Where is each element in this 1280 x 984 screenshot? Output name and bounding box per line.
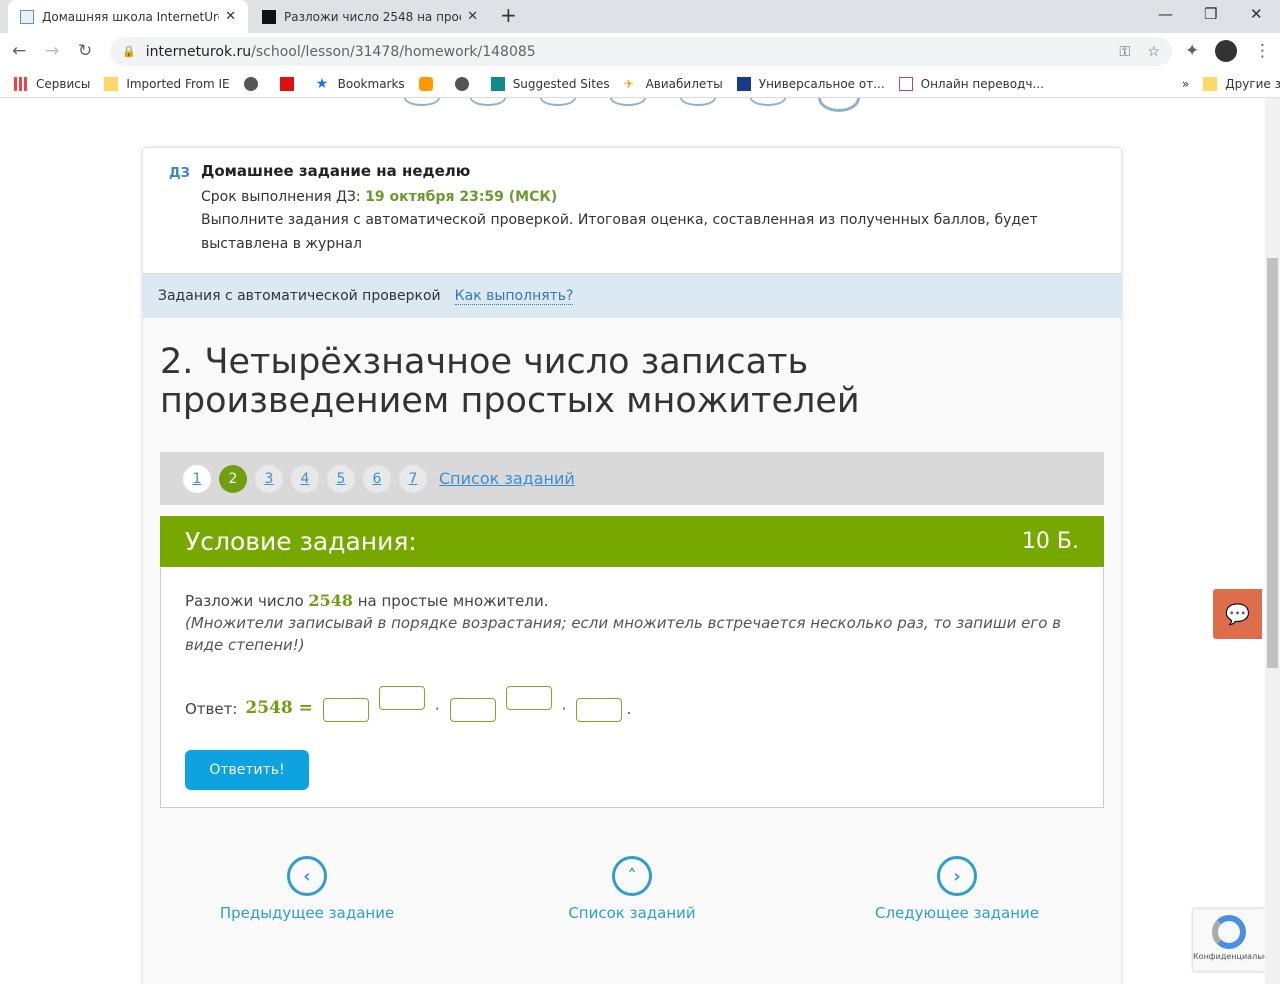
homework-due: Срок выполнения ДЗ: 19 октября 23:59 (МС… [201,189,558,205]
homework-badge: ДЗ [169,166,190,181]
scrollbar-thumb[interactable] [1267,258,1278,668]
bookmark-globe[interactable] [243,76,266,91]
page-4[interactable]: 4 [291,464,319,493]
close-tab-icon[interactable]: ✕ [225,9,236,24]
close-window-button[interactable]: ✕ [1250,5,1263,23]
chevron-right-icon: › [937,856,977,896]
points: 10 Б. [1021,529,1079,554]
scrollbar[interactable] [1265,98,1280,984]
minimize-button[interactable]: — [1158,5,1173,23]
condition-header: Условие задания: 10 Б. [160,516,1104,567]
folder-icon [1203,76,1218,91]
task-pager: 1 2 3 4 5 6 7 Список заданий [160,452,1104,505]
new-tab-button[interactable]: + [500,3,517,27]
exponent-1-input[interactable] [378,686,425,710]
prev-task-link[interactable]: ‹ Предыдущее задание [187,856,427,922]
task-hint: (Множители записывай в порядке возрастан… [185,614,1061,654]
lock-icon: 🔒 [122,45,136,58]
factor-3-input[interactable] [576,698,623,722]
extensions-icon[interactable]: ✦ [1185,41,1199,61]
avatar[interactable] [1215,40,1237,62]
lesson-step-icon[interactable] [540,98,576,106]
factor-2-input[interactable] [449,698,496,722]
homework-title: Домашнее задание на неделю [201,162,471,180]
page-content: ДЗ Домашнее задание на неделю Срок выпол… [0,98,1265,984]
page-2[interactable]: 2 [219,464,247,493]
bookmark-translator[interactable]: Онлайн переводч... [898,76,1044,91]
translator-icon [898,76,913,91]
recaptcha-icon [1212,915,1246,949]
auto-check-band: Задания с автоматической проверкой Как вы… [143,274,1121,318]
bookmark-site[interactable] [418,76,441,91]
bookmark-suggested[interactable]: Suggested Sites [490,76,610,91]
bookmark-globe2[interactable] [454,76,477,91]
plane-icon: ✈ [623,76,634,91]
recaptcha-badge[interactable]: Конфиденциальность [1193,909,1280,971]
znanija-favicon-icon [262,9,276,24]
task-list-nav-link[interactable]: ˄ Список заданий [512,856,752,922]
how-to-link[interactable]: Как выполнять? [454,288,574,305]
answer-row: Ответ: 2548 = · · . [185,682,1079,722]
star-icon: ★ [315,75,329,92]
lesson-step-icon[interactable] [404,98,440,106]
browser-toolbar: ← → ↻ 🔒 interneturok.ru/school/lesson/314… [0,33,1280,70]
chevron-left-icon: ‹ [287,856,327,896]
play-favicon-icon [20,9,34,24]
address-bar[interactable]: 🔒 interneturok.ru/school/lesson/31478/hom… [110,37,1172,66]
homework-description: Выполните задания с автоматической прове… [201,212,1038,252]
globe-icon [454,76,469,91]
page-1[interactable]: 1 [183,464,211,493]
reload-icon[interactable]: ↻ [78,41,92,61]
lego-icon [279,76,294,91]
lesson-step-icon[interactable] [750,98,786,106]
menu-icon[interactable]: ⋮ [1254,41,1271,61]
site-icon [418,76,433,91]
next-task-link[interactable]: › Следующее задание [837,856,1077,922]
tab-internet-urok[interactable]: Домашняя школа InternetUrok.ru✕ [8,0,248,33]
forward-icon[interactable]: → [45,41,59,61]
star-icon[interactable]: ☆ [1147,44,1160,60]
bookmark-avia[interactable]: ✈ Авиабилеты [624,77,723,91]
globe-icon [243,76,258,91]
page-6[interactable]: 6 [363,464,391,493]
chat-bubbles-icon: 💬 [1225,602,1250,626]
lesson-step-current-icon[interactable] [818,98,860,112]
tab-znanija[interactable]: Разложи число 2548 на простые множители✕ [250,0,490,33]
bookmark-apps[interactable]: Сервисы [14,76,90,91]
chevron-up-icon: ˄ [612,856,652,896]
bookmarks-overflow[interactable]: » [1182,77,1189,91]
task-body: Разложи число 2548 на простые множители.… [160,567,1104,808]
bookmark-lego[interactable] [279,76,302,91]
back-icon[interactable]: ← [12,41,26,61]
page-7[interactable]: 7 [399,464,427,493]
tab-strip: Домашняя школа InternetUrok.ru✕ Разложи … [0,0,1280,33]
seventeen-icon [736,76,751,91]
page-5[interactable]: 5 [327,464,355,493]
bookmark-folder[interactable]: Imported From IE [104,76,230,91]
bookmark-universal[interactable]: Универсальное от... [736,76,885,91]
exponent-2-input[interactable] [505,686,552,710]
bing-icon [490,76,505,91]
homework-info: ДЗ Домашнее задание на неделю Срок выпол… [143,148,1121,274]
chat-button[interactable]: 💬 [1213,589,1262,639]
close-tab-icon[interactable]: ✕ [467,9,478,24]
page-3[interactable]: 3 [255,464,283,493]
bookmark-bookmarks[interactable]: ★ Bookmarks [316,77,405,91]
task-statement: Разложи число 2548 на простые множители. [185,591,549,610]
restore-button[interactable]: ❐ [1204,5,1217,23]
folder-icon [104,76,119,91]
factor-1-input[interactable] [322,698,369,722]
submit-answer-button[interactable]: Ответить! [185,750,309,790]
task-list-link[interactable]: Список заданий [439,469,575,488]
lesson-step-icon[interactable] [680,98,716,106]
apps-grid-icon [14,76,28,91]
bookmark-other[interactable]: Другие закладки [1203,76,1280,91]
lesson-step-icon[interactable] [470,98,506,106]
task-title: 2. Четырёхзначное число записать произве… [160,342,860,421]
bookmarks-bar: Сервисы Imported From IE ★ Bookmarks Sugg… [0,70,1280,98]
key-icon[interactable]: ⚿ [1119,44,1130,60]
lesson-step-icon[interactable] [610,98,646,106]
homework-card: ДЗ Домашнее задание на неделю Срок выпол… [143,148,1121,984]
